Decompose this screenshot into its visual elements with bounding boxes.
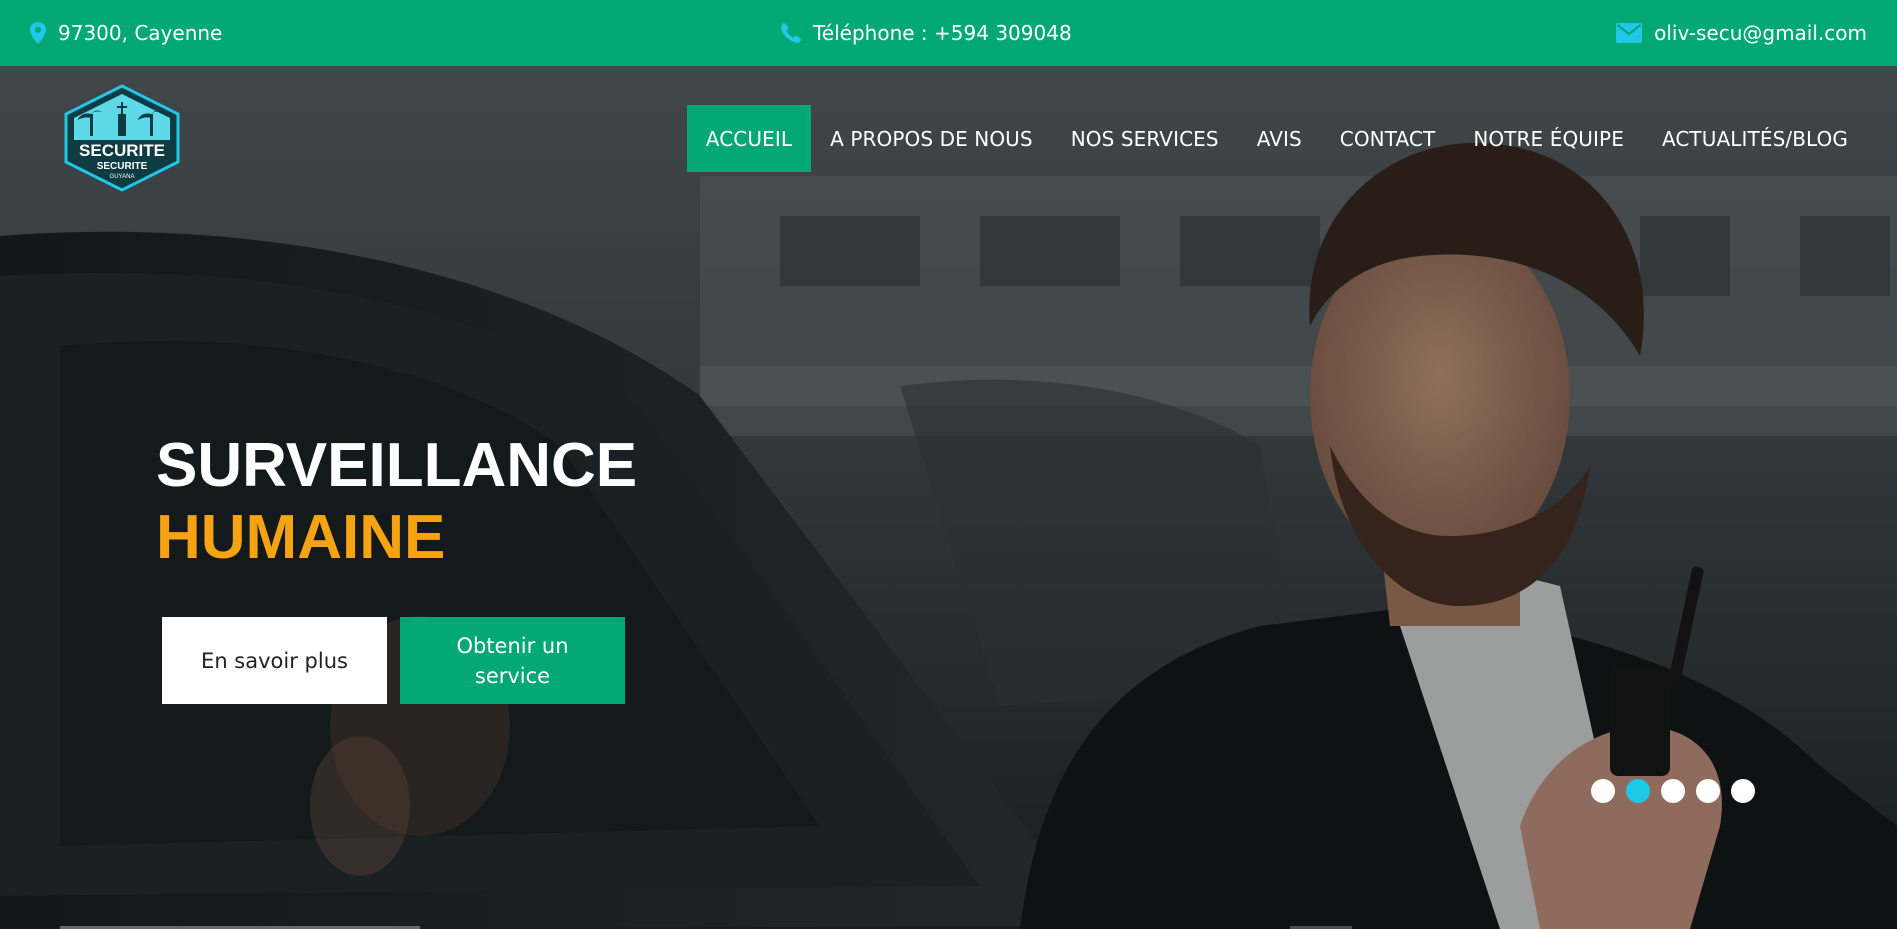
- address-text: 97300, Cayenne: [58, 21, 223, 45]
- top-info-bar: 97300, Cayenne Téléphone : +594 309048 o…: [0, 0, 1897, 66]
- envelope-icon: [1616, 23, 1643, 43]
- email-text: oliv-secu@gmail.com: [1654, 21, 1867, 45]
- nav-item-contact[interactable]: CONTACT: [1321, 105, 1455, 172]
- nav-item-a-propos[interactable]: A PROPOS DE NOUS: [811, 105, 1052, 172]
- email-info[interactable]: oliv-secu@gmail.com: [1616, 0, 1867, 66]
- slider-dots: [1591, 779, 1766, 803]
- nav-item-blog[interactable]: ACTUALITÉS/BLOG: [1643, 105, 1867, 172]
- logo-text-small: GUYANA: [110, 174, 135, 180]
- map-pin-icon: [30, 22, 46, 44]
- address-info: 97300, Cayenne: [30, 0, 222, 66]
- logo-text-main: SECURITE: [79, 141, 165, 160]
- slider-dot-3[interactable]: [1661, 779, 1685, 803]
- slider-dot-5[interactable]: [1731, 779, 1755, 803]
- phone-icon: [781, 23, 801, 43]
- hero-title-line2: HUMAINE: [156, 503, 446, 572]
- site-logo[interactable]: SECURITE SECURITE GUYANA: [60, 84, 184, 192]
- slider-dot-2[interactable]: [1626, 779, 1650, 803]
- nav-item-services[interactable]: NOS SERVICES: [1052, 105, 1238, 172]
- slider-dot-4[interactable]: [1696, 779, 1720, 803]
- phone-info[interactable]: Téléphone : +594 309048: [781, 0, 1072, 66]
- nav-item-equipe[interactable]: NOTRE ÉQUIPE: [1454, 105, 1643, 172]
- learn-more-button[interactable]: En savoir plus: [162, 617, 387, 704]
- main-nav: ACCUEIL A PROPOS DE NOUS NOS SERVICES AV…: [686, 105, 1867, 172]
- phone-text: Téléphone : +594 309048: [813, 21, 1072, 45]
- hero-title-line1: SURVEILLANCE: [156, 431, 638, 500]
- slider-dot-1[interactable]: [1591, 779, 1615, 803]
- hero-title: SURVEILLANCE HUMAINE: [156, 430, 637, 574]
- get-service-button[interactable]: Obtenir un service: [400, 617, 625, 704]
- nav-item-accueil[interactable]: ACCUEIL: [686, 105, 812, 172]
- logo-badge-icon: SECURITE SECURITE GUYANA: [64, 84, 180, 192]
- hero-slider: SECURITE SECURITE GUYANA ACCUEIL A PROPO…: [0, 66, 1897, 929]
- logo-text-sub: SECURITE: [97, 161, 148, 172]
- nav-item-avis[interactable]: AVIS: [1238, 105, 1321, 172]
